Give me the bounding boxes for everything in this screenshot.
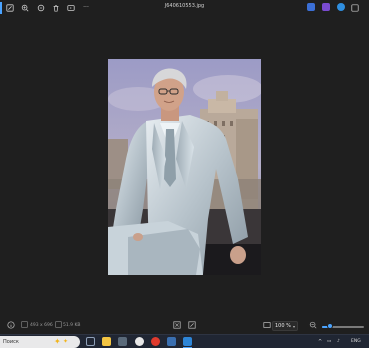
task-view-icon[interactable] bbox=[86, 337, 95, 346]
image-dimensions: 493 x 696 bbox=[30, 323, 53, 328]
portrait-photo bbox=[108, 59, 261, 275]
file-size: 51.9 KB bbox=[63, 323, 81, 328]
edit-app-icon[interactable] bbox=[307, 3, 315, 11]
status-bar: 493 x 696 51.9 KB bbox=[0, 318, 369, 334]
network-icon[interactable]: ▭ bbox=[327, 339, 331, 344]
file-size-icon bbox=[55, 321, 62, 330]
clipchamp-icon[interactable] bbox=[322, 3, 330, 11]
taskbar-search-box[interactable]: Поиск ✦ ✦ bbox=[0, 336, 80, 348]
input-language[interactable]: ENG bbox=[351, 339, 361, 344]
file-explorer-icon[interactable] bbox=[102, 337, 111, 346]
chevron-down-icon: ▾ bbox=[292, 323, 295, 329]
photos-app-taskbar-icon[interactable] bbox=[167, 337, 176, 346]
actual-size-icon[interactable] bbox=[188, 321, 196, 331]
zoom-slider-thumb[interactable] bbox=[326, 323, 333, 329]
store-icon[interactable] bbox=[118, 337, 127, 346]
volume-icon[interactable]: ♪ bbox=[337, 339, 340, 344]
sparkle-icon: ✦ bbox=[63, 338, 69, 345]
displayed-photo[interactable] bbox=[108, 59, 261, 275]
active-photos-taskbar-icon[interactable] bbox=[183, 337, 192, 346]
search-highlight-icon: ✦ bbox=[54, 337, 61, 346]
zoom-level-dropdown[interactable]: 100 % ▾ bbox=[272, 321, 298, 331]
top-toolbar: ··· J640610553.jpg bbox=[0, 0, 369, 16]
fit-view-icon[interactable] bbox=[263, 321, 271, 331]
zoom-out-icon[interactable] bbox=[309, 321, 317, 331]
zoom-level-value: 100 % bbox=[275, 323, 291, 329]
windows-taskbar: Поиск ✦ ✦ ^ ▭ ♪ ENG bbox=[0, 334, 369, 348]
more-apps-icon[interactable] bbox=[351, 4, 359, 12]
zoom-slider[interactable] bbox=[322, 323, 364, 329]
fit-to-window-icon[interactable] bbox=[173, 321, 181, 331]
search-text: Поиск bbox=[3, 339, 19, 345]
onedrive-icon[interactable] bbox=[337, 3, 345, 11]
yandex-browser-icon[interactable] bbox=[135, 337, 144, 346]
image-size-icon bbox=[21, 321, 28, 330]
info-icon[interactable] bbox=[7, 321, 15, 331]
photos-app-window: ··· J640610553.jpg 493 x 696 51.9 KB 100… bbox=[0, 0, 369, 348]
opera-browser-icon[interactable] bbox=[151, 337, 160, 346]
tray-chevron-icon[interactable]: ^ bbox=[318, 339, 322, 345]
